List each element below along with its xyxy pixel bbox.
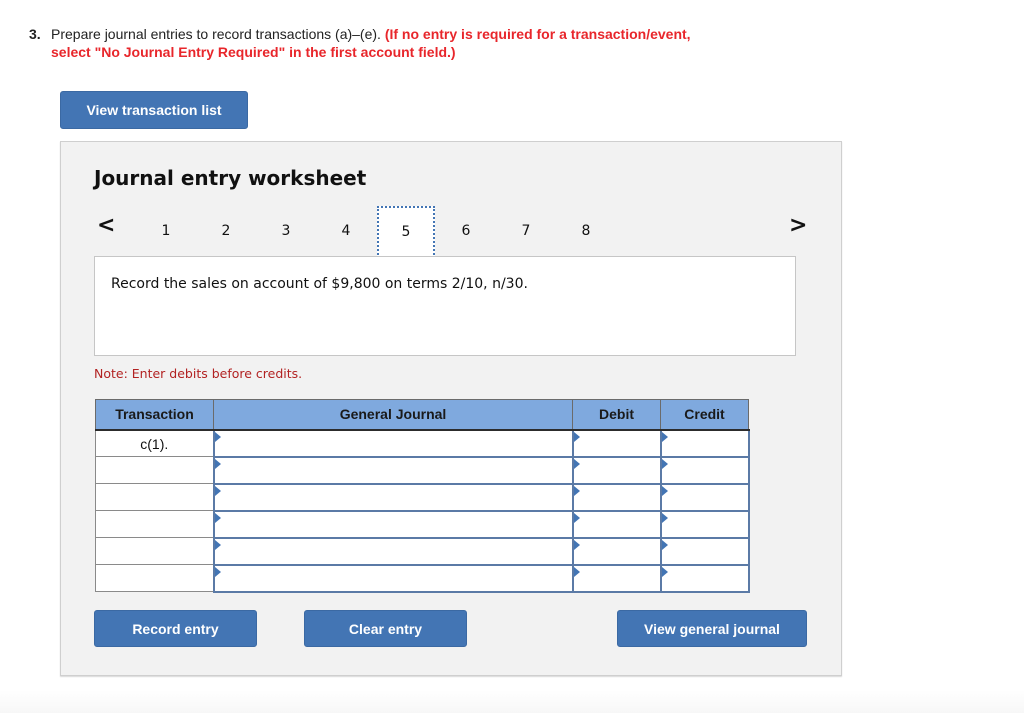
credit-input-cell <box>659 563 750 593</box>
transaction-cell <box>95 456 214 484</box>
transaction-cell <box>95 537 214 565</box>
account-input-cell <box>212 563 574 593</box>
account-input-cell <box>212 455 574 485</box>
debit-input-cell <box>571 536 662 566</box>
pager-tab-5[interactable]: 5 <box>377 206 435 258</box>
account-input-cell <box>212 536 574 566</box>
debit-input-cell <box>571 509 662 539</box>
transaction-cell: c(1). <box>95 429 214 457</box>
transaction-description-box: Record the sales on account of $9,800 on… <box>94 256 796 356</box>
debit-input[interactable] <box>573 511 660 537</box>
question-instruction-1: (If no entry is required for a transacti… <box>384 26 691 42</box>
table-row <box>95 482 750 512</box>
debit-input[interactable] <box>573 484 660 510</box>
credit-input-cell <box>659 428 750 458</box>
credit-input-cell <box>659 536 750 566</box>
table-row <box>95 563 750 593</box>
chevron-right-icon[interactable]: > <box>789 215 807 237</box>
header-credit: Credit <box>660 399 749 431</box>
debit-credit-note: Note: Enter debits before credits. <box>94 366 303 381</box>
transaction-description: Record the sales on account of $9,800 on… <box>111 276 528 292</box>
account-input[interactable] <box>214 511 572 537</box>
view-transaction-list-button[interactable]: View transaction list <box>60 91 248 129</box>
header-debit: Debit <box>572 399 661 431</box>
account-input-cell <box>212 428 574 458</box>
pager-tab-2[interactable]: 2 <box>197 206 255 256</box>
chevron-left-icon[interactable]: < <box>97 215 115 237</box>
credit-input-cell <box>659 455 750 485</box>
account-input[interactable] <box>214 430 572 456</box>
account-input[interactable] <box>214 565 572 591</box>
table-row <box>95 509 750 539</box>
page-bottom-fade <box>0 690 1024 713</box>
pager-tab-7[interactable]: 7 <box>497 206 555 256</box>
debit-input[interactable] <box>573 538 660 564</box>
pager-tab-1[interactable]: 1 <box>137 206 195 256</box>
clear-entry-button[interactable]: Clear entry <box>304 610 467 647</box>
credit-input[interactable] <box>661 484 748 510</box>
header-general-journal: General Journal <box>213 399 573 431</box>
credit-input[interactable] <box>661 511 748 537</box>
question-text: Prepare journal entries to record transa… <box>51 26 381 42</box>
question-instruction-2: select "No Journal Entry Required" in th… <box>51 44 456 60</box>
debit-input-cell <box>571 563 662 593</box>
account-input[interactable] <box>214 457 572 483</box>
table-row <box>95 455 750 485</box>
credit-input-cell <box>659 509 750 539</box>
account-input-cell <box>212 509 574 539</box>
table-row <box>95 536 750 566</box>
account-input[interactable] <box>214 484 572 510</box>
journal-entry-table: Transaction General Journal Debit Credit… <box>95 399 750 593</box>
debit-input[interactable] <box>573 457 660 483</box>
view-general-journal-button[interactable]: View general journal <box>617 610 807 647</box>
debit-input-cell <box>571 428 662 458</box>
debit-input[interactable] <box>573 565 660 591</box>
pager-tab-6[interactable]: 6 <box>437 206 495 256</box>
credit-input[interactable] <box>661 538 748 564</box>
table-row: c(1). <box>95 428 750 458</box>
header-transaction: Transaction <box>95 399 214 431</box>
transaction-cell <box>95 510 214 538</box>
credit-input[interactable] <box>661 457 748 483</box>
transaction-cell <box>95 483 214 511</box>
debit-input-cell <box>571 482 662 512</box>
credit-input[interactable] <box>661 430 748 456</box>
question-number: 3. <box>29 26 41 42</box>
transaction-cell <box>95 564 214 592</box>
question-prompt: 3. Prepare journal entries to record tran… <box>29 25 789 61</box>
journal-entry-worksheet-panel: Journal entry worksheet < 12345678 > Rec… <box>60 141 842 676</box>
account-input[interactable] <box>214 538 572 564</box>
table-header-row: Transaction General Journal Debit Credit <box>95 399 749 431</box>
pager-tab-8[interactable]: 8 <box>557 206 615 256</box>
record-entry-button[interactable]: Record entry <box>94 610 257 647</box>
pager-tab-4[interactable]: 4 <box>317 206 375 256</box>
credit-input[interactable] <box>661 565 748 591</box>
debit-input-cell <box>571 455 662 485</box>
account-input-cell <box>212 482 574 512</box>
pager-tab-3[interactable]: 3 <box>257 206 315 256</box>
debit-input[interactable] <box>573 430 660 456</box>
worksheet-title: Journal entry worksheet <box>94 166 367 190</box>
credit-input-cell <box>659 482 750 512</box>
